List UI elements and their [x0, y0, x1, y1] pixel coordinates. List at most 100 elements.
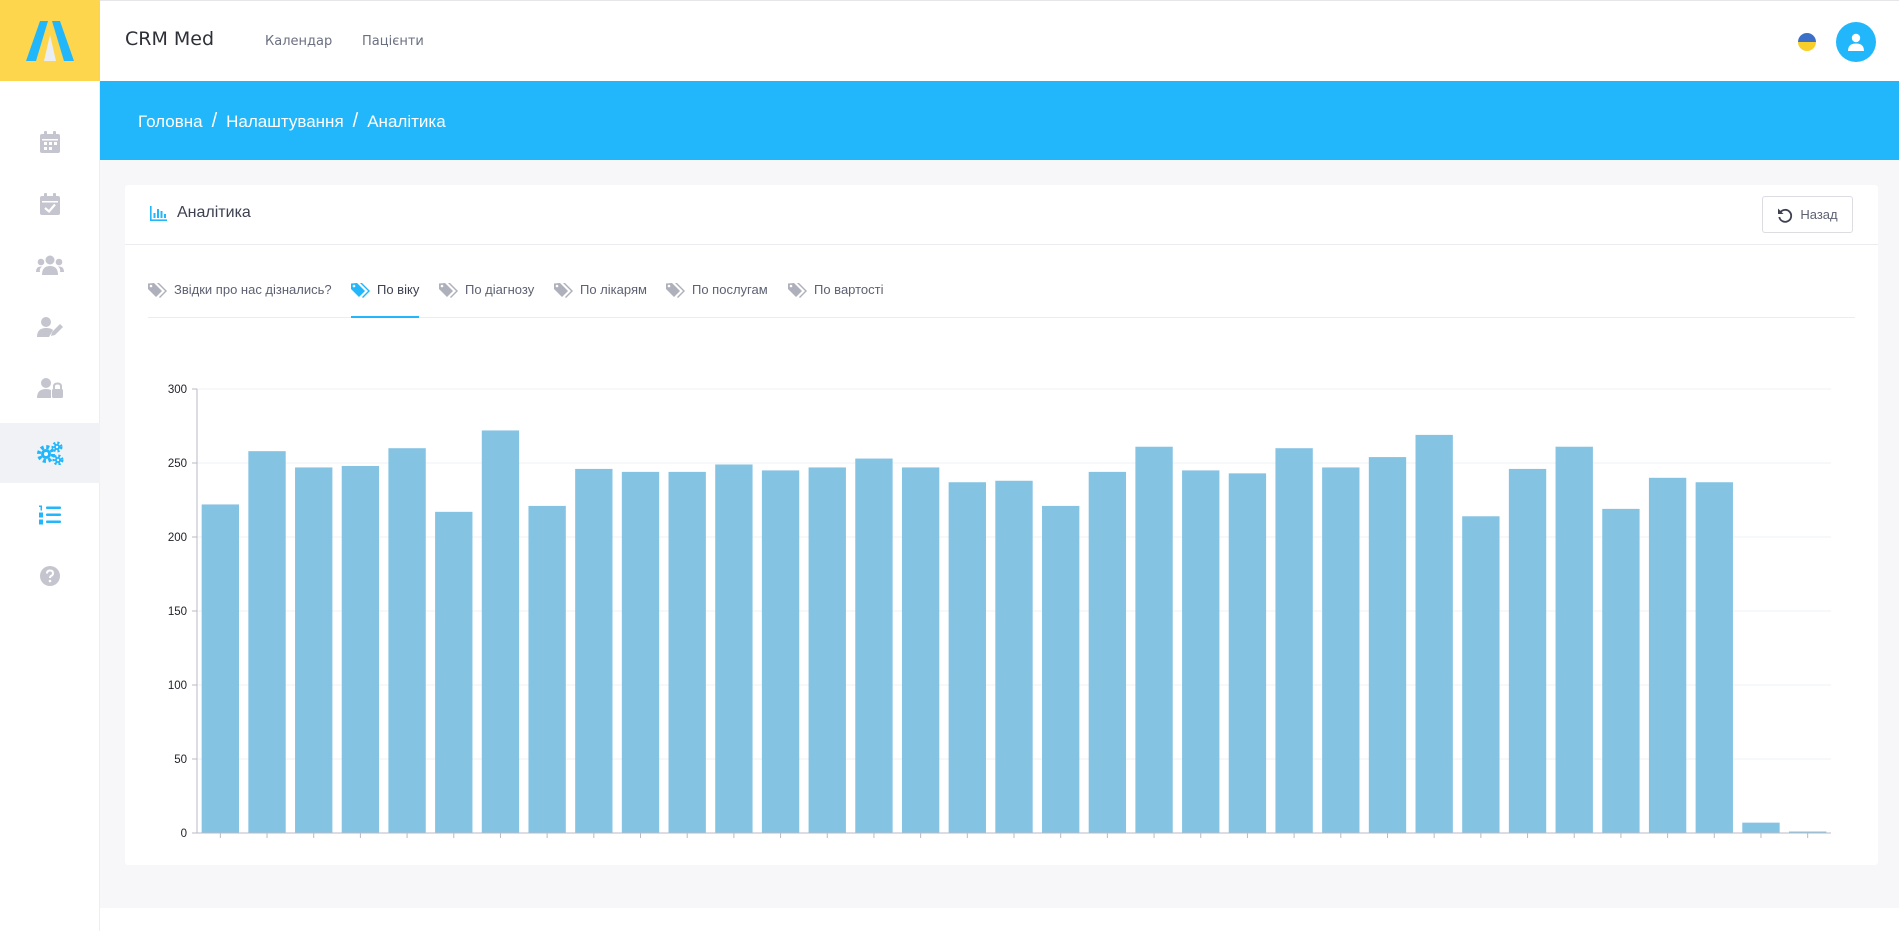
sidebar-item-lists[interactable]: [0, 485, 100, 545]
x-axis-labels: 1992198019901978199720021982198319771999…: [219, 833, 1809, 838]
bar: [948, 482, 986, 833]
bar: [1555, 446, 1593, 833]
tab-label: По віку: [377, 282, 420, 297]
logo-icon: [26, 20, 74, 61]
sidebar: [0, 81, 100, 931]
y-tick-label: 150: [168, 606, 187, 618]
tab-label: По вартості: [814, 282, 884, 297]
bar: [481, 430, 520, 833]
tags-icon: [351, 283, 370, 298]
bar: [295, 467, 333, 833]
bar: [528, 505, 566, 833]
tab-by-services[interactable]: По послугам: [666, 280, 768, 318]
card-title: Аналітика: [150, 204, 251, 222]
y-tick-label: 300: [168, 384, 187, 396]
bar: [761, 470, 800, 833]
user-icon: [1848, 33, 1864, 51]
tab-by-cost[interactable]: По вартості: [788, 280, 884, 318]
tab-source[interactable]: Звідки про нас дізнались?: [148, 280, 332, 318]
breadcrumb-separator: /: [352, 110, 359, 132]
user-edit-icon: [37, 317, 63, 337]
page-banner: Головна / Налаштування / Аналітика: [100, 81, 1899, 160]
tags-icon: [554, 283, 573, 298]
bar: [435, 511, 473, 833]
bar: [1228, 473, 1267, 833]
bar: [388, 448, 426, 833]
bar: [1648, 477, 1687, 833]
sidebar-item-settings[interactable]: [0, 423, 100, 483]
bar: [1462, 516, 1500, 833]
bar: [855, 458, 893, 833]
bar: [621, 471, 660, 833]
calendar-icon: [40, 131, 60, 153]
y-tick-label: 200: [168, 532, 187, 544]
tab-label: Звідки про нас дізнались?: [174, 282, 332, 297]
y-tick-label: 50: [174, 754, 187, 766]
bar: [1322, 467, 1360, 833]
bar: [341, 465, 380, 833]
bar: [668, 471, 706, 833]
bar: [1135, 446, 1173, 833]
bar-chart-icon: [150, 205, 167, 221]
cogs-icon: [37, 441, 64, 465]
tags-icon: [788, 283, 807, 298]
calendar-check-icon: [40, 193, 60, 215]
back-button[interactable]: Назад: [1762, 196, 1853, 233]
breadcrumb-home[interactable]: Головна: [138, 112, 203, 132]
bar: [1088, 471, 1127, 833]
footer-strip: [100, 908, 1899, 931]
app-logo[interactable]: [0, 0, 100, 81]
nav-link-patients[interactable]: Пацієнти: [362, 34, 424, 49]
tags-icon: [148, 283, 167, 298]
top-bar: CRM Med Календар Пацієнти: [100, 0, 1899, 81]
analytics-card: Аналітика Назад Звідки про нас дізнались…: [125, 185, 1878, 865]
user-avatar[interactable]: [1836, 22, 1876, 62]
sidebar-item-user-lock[interactable]: [0, 358, 100, 418]
y-tick-label: 250: [168, 458, 187, 470]
bar: [1275, 448, 1313, 833]
bar: [715, 464, 753, 833]
tags-icon: [666, 283, 685, 298]
tab-by-doctors[interactable]: По лікарям: [554, 280, 647, 318]
bar: [1042, 505, 1080, 833]
sidebar-item-user-edit[interactable]: [0, 297, 100, 357]
breadcrumb-settings[interactable]: Налаштування: [226, 112, 344, 132]
bar: [1602, 508, 1640, 833]
sidebar-item-users[interactable]: [0, 235, 100, 295]
user-lock-icon: [37, 378, 63, 398]
bar: [575, 468, 613, 833]
age-bar-chart: 0 50 100 150 200 250 300 199219801990197819972…: [168, 384, 1831, 840]
ukraine-flag-icon[interactable]: [1798, 33, 1816, 51]
breadcrumb-separator: /: [211, 110, 218, 132]
analytics-tabs: Звідки про нас дізнались? По віку По діа…: [148, 280, 1855, 318]
sidebar-item-appointments[interactable]: [0, 174, 100, 234]
bar: [808, 467, 846, 833]
y-tick-label: 100: [168, 680, 187, 692]
sidebar-item-calendar[interactable]: [0, 112, 100, 172]
chart-bars: [201, 430, 1827, 833]
tab-by-age[interactable]: По віку: [351, 280, 420, 318]
bar: [995, 480, 1033, 833]
list-ordered-icon: [39, 505, 61, 525]
undo-icon: [1778, 208, 1793, 223]
tab-label: По лікарям: [580, 282, 647, 297]
breadcrumb-current: Аналітика: [367, 111, 446, 131]
bar: [1182, 470, 1220, 833]
tab-label: По діагнозу: [465, 282, 535, 297]
bar: [1695, 482, 1733, 833]
bar: [1368, 457, 1407, 833]
y-axis-labels: 0 50 100 150 200 250 300: [168, 384, 187, 840]
card-header: Аналітика Назад: [125, 185, 1878, 245]
bar: [1508, 468, 1547, 833]
y-tick-label: 0: [181, 828, 187, 840]
sidebar-item-help[interactable]: [0, 546, 100, 606]
tab-by-diagnosis[interactable]: По діагнозу: [439, 280, 534, 318]
users-icon: [36, 255, 64, 275]
bar: [1742, 822, 1780, 833]
back-button-label: Назад: [1800, 207, 1838, 222]
bar: [1415, 434, 1453, 833]
breadcrumb: Головна / Налаштування / Аналітика: [138, 110, 446, 133]
bar: [901, 467, 940, 833]
bar: [248, 451, 286, 833]
nav-link-calendar[interactable]: Календар: [265, 34, 332, 49]
